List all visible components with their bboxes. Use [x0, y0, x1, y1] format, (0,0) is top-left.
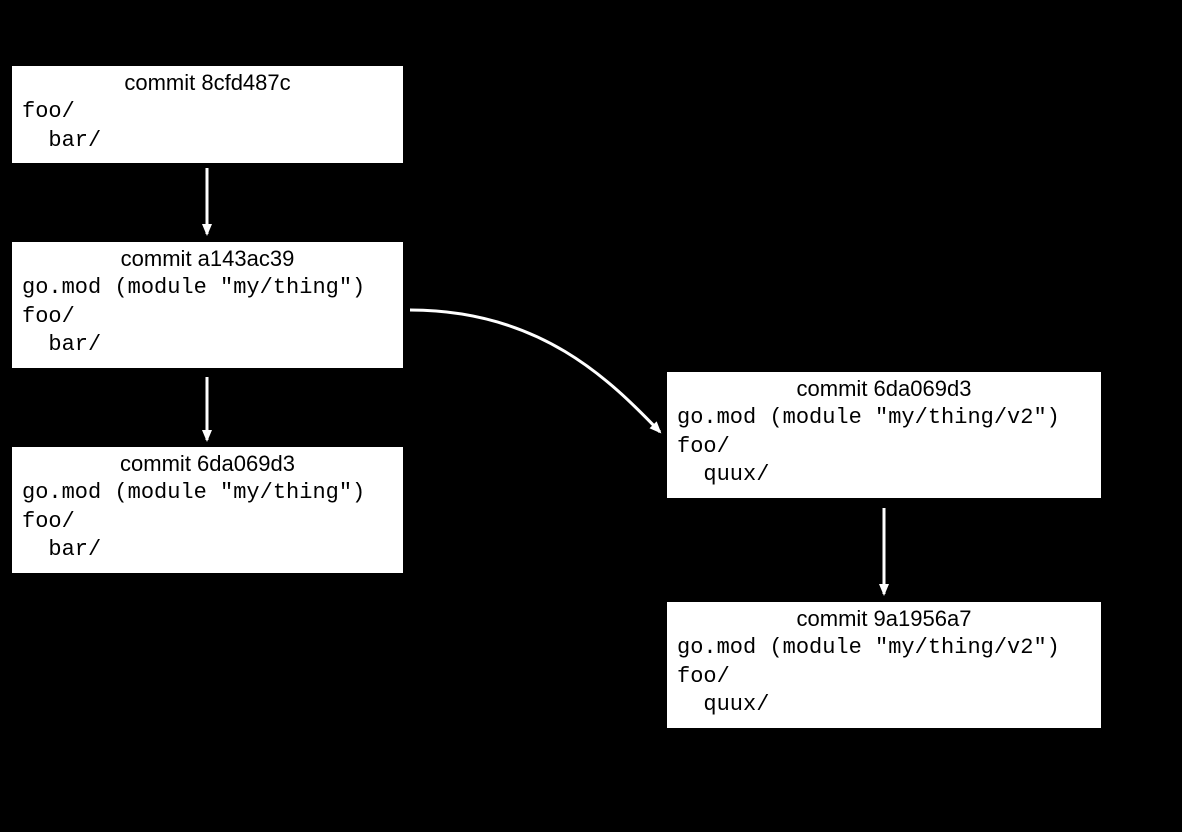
commit-box-c4: commit 6da069d3 go.mod (module "my/thing…: [665, 370, 1103, 500]
commit-box-c1: commit 8cfd487c foo/ bar/: [10, 64, 405, 165]
commit-header: commit 9a1956a7: [677, 606, 1091, 632]
commit-box-c2: commit a143ac39 go.mod (module "my/thing…: [10, 240, 405, 370]
commit-box-c5: commit 9a1956a7 go.mod (module "my/thing…: [665, 600, 1103, 730]
arrow-c2-c4: [410, 310, 660, 432]
commit-header: commit a143ac39: [22, 246, 393, 272]
commit-body: go.mod (module "my/thing/v2") foo/ quux/: [677, 404, 1091, 490]
commit-header: commit 6da069d3: [677, 376, 1091, 402]
commit-header: commit 8cfd487c: [22, 70, 393, 96]
commit-body: go.mod (module "my/thing/v2") foo/ quux/: [677, 634, 1091, 720]
commit-body: go.mod (module "my/thing") foo/ bar/: [22, 479, 393, 565]
commit-body: foo/ bar/: [22, 98, 393, 155]
commit-header: commit 6da069d3: [22, 451, 393, 477]
commit-body: go.mod (module "my/thing") foo/ bar/: [22, 274, 393, 360]
commit-box-c3: commit 6da069d3 go.mod (module "my/thing…: [10, 445, 405, 575]
